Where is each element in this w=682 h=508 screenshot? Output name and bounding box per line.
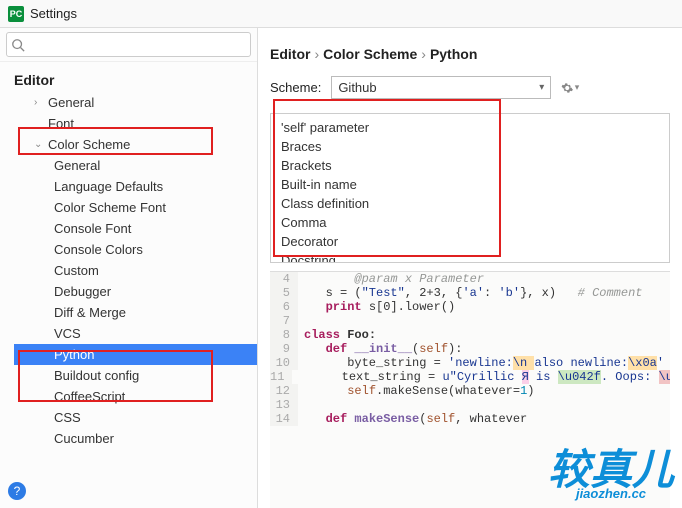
attr-decorator[interactable]: Decorator (271, 232, 669, 251)
app-icon: PC (8, 6, 24, 22)
attr-brackets[interactable]: Brackets (271, 156, 669, 175)
tree-section-editor[interactable]: Editor (14, 68, 257, 92)
settings-sidebar: Editor ›General Font ⌄Color Scheme Gener… (0, 28, 258, 508)
tree-item-cs-coffeescript[interactable]: CoffeeScript (14, 386, 257, 407)
scheme-row: Scheme: Github ▾ ▾ (270, 76, 670, 99)
chevron-down-icon: ⌄ (34, 139, 44, 150)
tree-item-cs-buildout[interactable]: Buildout config (14, 365, 257, 386)
attr-self-parameter[interactable]: 'self' parameter (271, 118, 669, 137)
help-button[interactable]: ? (8, 482, 26, 500)
tree-item-cs-cucumber[interactable]: Cucumber (14, 428, 257, 449)
code-preview: 4 @param x Parameter 5 s = ("Test", 2+3,… (270, 271, 670, 508)
search-icon (11, 38, 25, 52)
attr-class-definition[interactable]: Class definition (271, 194, 669, 213)
tree-item-font[interactable]: Font (14, 113, 257, 134)
tree-item-cs-python[interactable]: Python (14, 344, 257, 365)
tree-item-cs-debugger[interactable]: Debugger (14, 281, 257, 302)
sidebar-search[interactable] (25, 35, 246, 54)
tree-item-cs-font[interactable]: Color Scheme Font (14, 197, 257, 218)
tree-item-cs-custom[interactable]: Custom (14, 260, 257, 281)
attr-comma[interactable]: Comma (271, 213, 669, 232)
scheme-gear-button[interactable]: ▾ (561, 79, 579, 97)
settings-content: Editor›Color Scheme›Python Scheme: Githu… (258, 28, 682, 508)
attribute-list[interactable]: 'self' parameter Braces Brackets Built-i… (270, 113, 670, 263)
settings-tree: Editor ›General Font ⌄Color Scheme Gener… (0, 62, 257, 508)
tree-item-cs-css[interactable]: CSS (14, 407, 257, 428)
attr-braces[interactable]: Braces (271, 137, 669, 156)
tree-item-cs-console-font[interactable]: Console Font (14, 218, 257, 239)
tree-item-cs-general[interactable]: General (14, 155, 257, 176)
chevron-down-icon: ▾ (575, 82, 580, 93)
tree-item-color-scheme[interactable]: ⌄Color Scheme (14, 134, 257, 155)
window-titlebar: PC Settings (0, 0, 682, 28)
tree-item-cs-lang-defaults[interactable]: Language Defaults (14, 176, 257, 197)
tree-item-cs-console-colors[interactable]: Console Colors (14, 239, 257, 260)
tree-item-general[interactable]: ›General (14, 92, 257, 113)
breadcrumb: Editor›Color Scheme›Python (270, 38, 670, 76)
chevron-right-icon: › (34, 97, 44, 108)
scheme-dropdown[interactable]: Github ▾ (331, 76, 551, 99)
window-title: Settings (30, 6, 77, 21)
search-input-wrapper[interactable] (6, 32, 251, 57)
tree-item-cs-vcs[interactable]: VCS (14, 323, 257, 344)
chevron-down-icon: ▾ (539, 82, 544, 93)
scheme-value: Github (338, 80, 376, 95)
gear-icon (561, 81, 573, 95)
tree-item-cs-diff-merge[interactable]: Diff & Merge (14, 302, 257, 323)
attr-docstring[interactable]: Docstring (271, 251, 669, 263)
scheme-label: Scheme: (270, 80, 321, 95)
attr-builtin-name[interactable]: Built-in name (271, 175, 669, 194)
